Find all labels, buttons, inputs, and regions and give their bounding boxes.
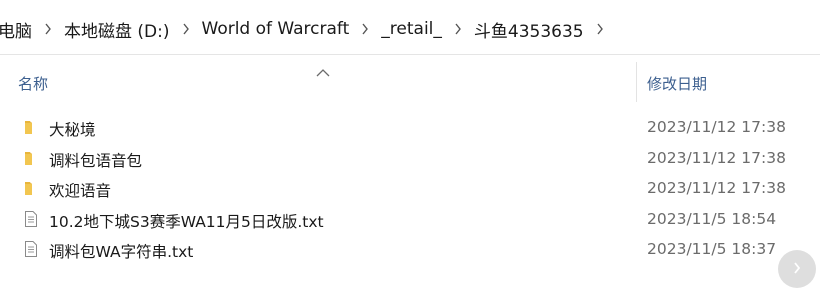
- address-bar[interactable]: 电脑 本地磁盘 (D:) World of Warcraft _retail_ …: [0, 0, 820, 55]
- chevron-right-icon[interactable]: [586, 21, 614, 37]
- breadcrumb-item-retail[interactable]: _retail_: [379, 19, 444, 39]
- folder-icon: [22, 149, 40, 167]
- chevron-right-icon: [792, 260, 802, 279]
- file-name: 调料包语音包: [49, 151, 143, 170]
- column-header-date-modified[interactable]: 修改日期: [647, 73, 707, 94]
- column-divider[interactable]: [636, 62, 637, 102]
- file-row[interactable]: 大秘境 2023/11/12 17:38: [0, 112, 820, 143]
- breadcrumb-item-drive[interactable]: 本地磁盘 (D:): [62, 17, 172, 42]
- breadcrumb: 电脑 本地磁盘 (D:) World of Warcraft _retail_ …: [0, 16, 614, 42]
- chevron-right-icon[interactable]: [172, 21, 200, 37]
- file-name: 调料包WA字符串.txt: [49, 243, 194, 261]
- chevron-right-icon[interactable]: [34, 21, 62, 37]
- chevron-right-icon[interactable]: [351, 21, 379, 37]
- file-date: 2023/11/12 17:38: [647, 179, 786, 197]
- file-date: 2023/11/12 17:38: [647, 148, 786, 167]
- file-name: 欢迎语音: [49, 182, 112, 200]
- file-row[interactable]: 调料包语音包 2023/11/12 17:38: [0, 143, 820, 174]
- folder-icon: [22, 118, 40, 136]
- folder-icon: [22, 179, 40, 197]
- breadcrumb-item-pc[interactable]: 电脑: [0, 17, 34, 42]
- file-list: 大秘境 2023/11/12 17:38 调料包语音包 2023/11/12 1…: [0, 112, 820, 265]
- scroll-right-button[interactable]: [778, 250, 816, 288]
- text-file-icon: [22, 210, 40, 228]
- breadcrumb-item-current[interactable]: 斗鱼4353635: [472, 17, 586, 42]
- file-name: 10.2地下城S3赛季WA11月5日改版.txt: [49, 212, 324, 231]
- chevron-right-icon[interactable]: [444, 21, 472, 37]
- file-date: 2023/11/5 18:37: [647, 240, 777, 258]
- file-row[interactable]: 10.2地下城S3赛季WA11月5日改版.txt 2023/11/5 18:54: [0, 204, 820, 235]
- sort-ascending-icon: [316, 62, 330, 81]
- file-date: 2023/11/5 18:54: [647, 209, 777, 228]
- file-name: 大秘境: [49, 121, 96, 139]
- file-row[interactable]: 欢迎语音 2023/11/12 17:38: [0, 173, 820, 204]
- breadcrumb-item-wow[interactable]: World of Warcraft: [200, 19, 352, 39]
- column-header-name[interactable]: 名称: [18, 73, 48, 94]
- text-file-icon: [22, 240, 40, 258]
- file-row[interactable]: 调料包WA字符串.txt 2023/11/5 18:37: [0, 234, 820, 265]
- column-header-row: 名称 修改日期: [0, 56, 820, 102]
- file-date: 2023/11/12 17:38: [647, 118, 786, 136]
